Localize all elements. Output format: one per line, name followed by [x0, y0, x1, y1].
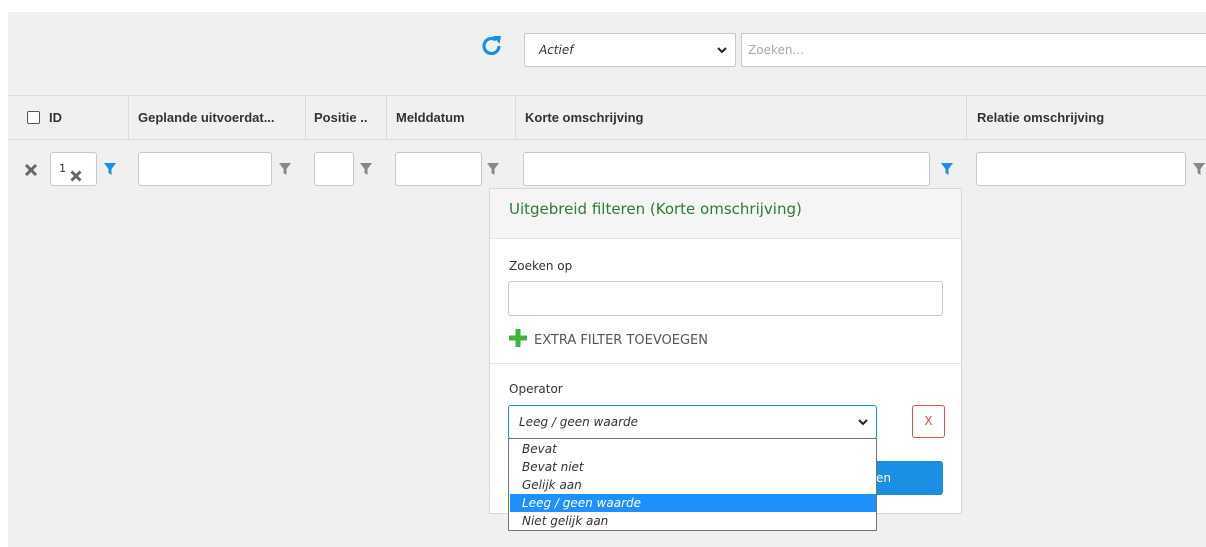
chevron-down-icon [717, 34, 727, 79]
operator-label: Operator [509, 382, 563, 396]
plus-icon [508, 328, 528, 352]
operator-option-niet-gelijk-aan[interactable]: Niet gelijk aan [510, 512, 876, 530]
column-header-korte-omschrijving[interactable]: Korte omschrijving [525, 95, 825, 140]
melddatum-filter-input[interactable] [395, 152, 482, 186]
column-divider[interactable] [515, 95, 516, 140]
status-select-value: Actief [539, 43, 574, 57]
status-select[interactable]: Actief [524, 33, 736, 67]
operator-dropdown-list: Bevat Bevat niet Gelijk aan Leeg / geen … [508, 438, 877, 531]
refresh-icon[interactable] [479, 31, 505, 61]
filter-icon[interactable] [279, 161, 291, 175]
operator-option-leeg-geen-waarde[interactable]: Leeg / geen waarde [510, 494, 876, 512]
filter-icon[interactable] [360, 161, 372, 175]
clear-filters-close-icon[interactable] [24, 162, 38, 177]
search-input[interactable]: Zoeken... [741, 33, 1206, 67]
search-placeholder: Zoeken... [748, 43, 804, 57]
column-header-geplande-uitvoerdatum[interactable]: Geplande uitvoerdat... [138, 95, 303, 140]
search-on-input[interactable] [508, 281, 943, 316]
add-extra-filter-label: EXTRA FILTER TOEVOEGEN [534, 332, 708, 348]
add-extra-filter-button[interactable]: EXTRA FILTER TOEVOEGEN [508, 328, 708, 352]
id-filter-input[interactable]: 1 [50, 152, 97, 186]
filter-icon[interactable] [487, 161, 499, 175]
column-header-relatie-omschrijving[interactable]: Relatie omschrijving [977, 95, 1177, 140]
select-all-checkbox[interactable] [27, 111, 40, 124]
geplande-uitvoerdatum-filter-input[interactable] [138, 152, 272, 186]
operator-option-gelijk-aan[interactable]: Gelijk aan [510, 476, 876, 494]
operator-select-value: Leeg / geen waarde [519, 415, 638, 429]
column-divider[interactable] [305, 95, 306, 140]
id-filter-value: 1 [59, 162, 66, 175]
remove-filter-button[interactable]: X [912, 405, 945, 438]
column-divider[interactable] [966, 95, 967, 140]
operator-option-bevat[interactable]: Bevat [510, 440, 876, 458]
filter-icon[interactable] [941, 161, 953, 175]
popup-divider [490, 363, 961, 364]
korte-omschrijving-filter-input[interactable] [523, 152, 930, 186]
filter-icon[interactable] [104, 161, 116, 175]
relatie-omschrijving-filter-input[interactable] [976, 152, 1186, 186]
column-divider[interactable] [128, 95, 129, 140]
column-divider[interactable] [386, 95, 387, 140]
filter-icon[interactable] [1193, 161, 1205, 175]
column-header-melddatum[interactable]: Melddatum [396, 95, 506, 140]
column-header-id[interactable]: ID [49, 95, 109, 140]
operator-option-bevat-niet[interactable]: Bevat niet [510, 458, 876, 476]
clear-id-filter-close-icon[interactable] [70, 163, 82, 182]
popup-title: Uitgebreid filteren (Korte omschrijving) [509, 200, 802, 218]
search-on-label: Zoeken op [509, 259, 573, 273]
positie-filter-input[interactable] [314, 152, 354, 186]
operator-select[interactable]: Leeg / geen waarde [508, 405, 877, 439]
column-header-positie[interactable]: Positie .. [314, 95, 379, 140]
